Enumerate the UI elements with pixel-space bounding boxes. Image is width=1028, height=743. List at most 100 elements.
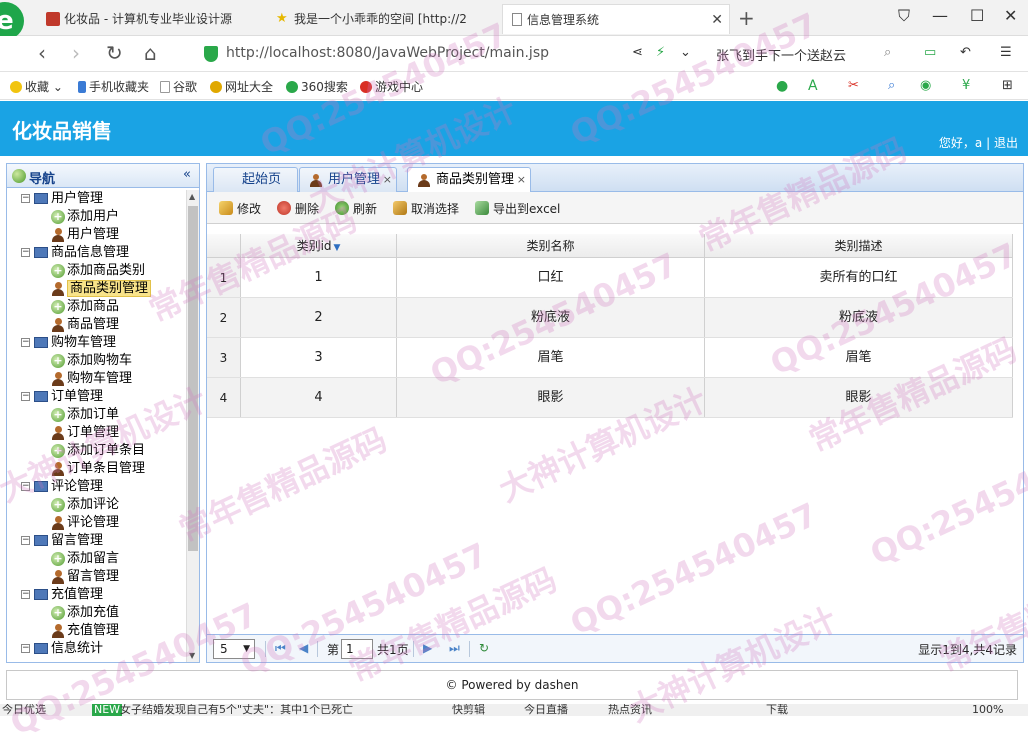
page-number-input[interactable]: 1 bbox=[341, 639, 373, 659]
reload-icon[interactable]: ↻ bbox=[106, 41, 123, 65]
status-left[interactable]: 今日优选 bbox=[2, 704, 46, 716]
chat-icon[interactable]: ● bbox=[776, 78, 788, 94]
scroll-down-icon[interactable]: ▼ bbox=[189, 651, 195, 660]
nav-item[interactable]: 留言管理 bbox=[7, 568, 187, 586]
nav-item[interactable]: + 添加订单条目 bbox=[7, 442, 187, 460]
maximize-icon[interactable]: ☐ bbox=[970, 6, 984, 25]
nav-item[interactable]: 购物车管理 bbox=[7, 370, 187, 388]
bookmark-mobile[interactable]: 手机收藏夹 bbox=[78, 78, 149, 95]
nav-item[interactable]: 充值管理 bbox=[7, 622, 187, 640]
nav-item[interactable]: 订单管理 bbox=[7, 424, 187, 442]
nav-group[interactable]: − 购物车管理 bbox=[7, 334, 187, 352]
delete-button[interactable]: 删除 bbox=[277, 200, 319, 217]
collapse-toggle-icon[interactable]: − bbox=[21, 194, 30, 203]
nav-group[interactable]: − 留言管理 bbox=[7, 532, 187, 550]
next-page-icon[interactable]: ▶ bbox=[423, 641, 432, 655]
nav-group[interactable]: − 充值管理 bbox=[7, 586, 187, 604]
nav-item[interactable]: + 添加留言 bbox=[7, 550, 187, 568]
collapse-toggle-icon[interactable]: − bbox=[21, 590, 30, 599]
undo-icon[interactable]: ↶ bbox=[960, 45, 971, 60]
status-item-download[interactable]: 下载 bbox=[766, 704, 788, 716]
nav-item[interactable]: 商品管理 bbox=[7, 316, 187, 334]
prev-page-icon[interactable]: ◀ bbox=[299, 641, 308, 655]
collapse-toggle-icon[interactable]: − bbox=[21, 392, 30, 401]
menu-icon[interactable]: ☰ bbox=[1000, 45, 1012, 60]
translate-icon[interactable]: A bbox=[808, 78, 818, 94]
nav-group[interactable]: − 评论管理 bbox=[7, 478, 187, 496]
back-icon[interactable]: ‹ bbox=[38, 41, 46, 65]
collapse-toggle-icon[interactable]: − bbox=[21, 338, 30, 347]
bookmark-favorites[interactable]: 收藏 ⌄ bbox=[10, 78, 63, 95]
nav-item[interactable]: + 添加评论 bbox=[7, 496, 187, 514]
collapse-toggle-icon[interactable]: − bbox=[21, 248, 30, 257]
collapse-toggle-icon[interactable]: − bbox=[21, 536, 30, 545]
scroll-thumb[interactable] bbox=[188, 206, 198, 551]
first-page-icon[interactable]: ⏮ bbox=[275, 641, 286, 656]
close-tab-icon[interactable]: ✕ bbox=[711, 5, 723, 34]
column-header-desc[interactable]: 类别描述 bbox=[705, 234, 1013, 257]
browser-tab-2[interactable]: ★ 我是一个小乖乖的空间 [http://2 bbox=[270, 4, 498, 34]
column-header-name[interactable]: 类别名称 bbox=[397, 234, 705, 257]
battery-icon[interactable]: ▭ bbox=[924, 45, 936, 60]
nav-item[interactable]: + 添加购物车 bbox=[7, 352, 187, 370]
url-input[interactable]: http://localhost:8080/JavaWebProject/mai… bbox=[226, 45, 549, 61]
bookmark-google[interactable]: 谷歌 bbox=[160, 78, 197, 95]
refresh-icon[interactable]: ↻ bbox=[479, 641, 489, 655]
scissors-icon[interactable]: ✂ bbox=[848, 78, 859, 93]
collapse-icon[interactable]: « bbox=[183, 167, 191, 182]
table-row[interactable]: 4 4 眼影 眼影 bbox=[207, 378, 1013, 418]
page-size-select[interactable]: 5 ▼ bbox=[213, 639, 255, 659]
edit-button[interactable]: 修改 bbox=[219, 200, 261, 217]
close-tab-icon[interactable]: × bbox=[517, 168, 526, 192]
nav-scrollbar[interactable]: ▲ ▼ bbox=[186, 190, 199, 662]
column-header-id[interactable]: 类别id ▼ bbox=[241, 234, 397, 257]
table-row[interactable]: 2 2 粉底液 粉底液 bbox=[207, 298, 1013, 338]
tab-user-management[interactable]: 用户管理 × bbox=[299, 167, 398, 192]
nav-item[interactable]: + 添加商品类别 bbox=[7, 262, 187, 280]
close-tab-icon[interactable]: × bbox=[383, 168, 392, 192]
news-headline[interactable]: 女子结婚发现自己有5个"丈夫"：其中1个已死亡 bbox=[120, 704, 353, 716]
tab-start-page[interactable]: 起始页 bbox=[213, 167, 299, 192]
yen-icon[interactable]: ¥ bbox=[962, 78, 970, 93]
nav-item[interactable]: 评论管理 bbox=[7, 514, 187, 532]
nav-group[interactable]: − 订单管理 bbox=[7, 388, 187, 406]
nav-item[interactable]: 订单条目管理 bbox=[7, 460, 187, 478]
gamepad-icon[interactable]: ◉ bbox=[920, 78, 931, 93]
forward-icon[interactable]: › bbox=[72, 41, 80, 65]
nav-item[interactable]: + 添加用户 bbox=[7, 208, 187, 226]
nav-group[interactable]: − 商品信息管理 bbox=[7, 244, 187, 262]
browser-tab-3[interactable]: 信息管理系统 ✕ bbox=[502, 4, 730, 34]
export-excel-button[interactable]: 导出到excel bbox=[475, 200, 560, 217]
collapse-toggle-icon[interactable]: − bbox=[21, 482, 30, 491]
refresh-button[interactable]: 刷新 bbox=[335, 200, 377, 217]
nav-item[interactable]: + 添加商品 bbox=[7, 298, 187, 316]
bookmark-games[interactable]: 游戏中心 bbox=[360, 78, 423, 95]
nav-item[interactable]: + 添加订单 bbox=[7, 406, 187, 424]
bookmark-360[interactable]: 360搜索 bbox=[286, 78, 348, 95]
nav-item[interactable]: 商品类别管理 bbox=[7, 280, 187, 298]
bookmark-directory[interactable]: 网址大全 bbox=[210, 78, 273, 95]
nav-item[interactable]: + 添加充值 bbox=[7, 604, 187, 622]
nav-group[interactable]: − 用户管理 bbox=[7, 190, 187, 208]
share-icon[interactable]: ⋖ bbox=[632, 45, 643, 60]
close-window-icon[interactable]: ✕ bbox=[1004, 6, 1017, 25]
logout-link[interactable]: 退出 bbox=[994, 136, 1018, 150]
shirt-icon[interactable]: ⛉ bbox=[898, 6, 910, 26]
status-item-live[interactable]: 今日直播 bbox=[524, 704, 568, 716]
collapse-toggle-icon[interactable]: − bbox=[21, 644, 30, 653]
home-icon[interactable]: ⌂ bbox=[144, 41, 157, 65]
chevron-down-icon[interactable]: ⌄ bbox=[680, 45, 691, 60]
browser-tab-1[interactable]: 化妆品 - 计算机专业毕业设计源 bbox=[40, 4, 268, 34]
search-icon[interactable]: ⌕ bbox=[884, 45, 891, 60]
magnifier-icon[interactable]: ⌕ bbox=[888, 78, 895, 93]
apps-grid-icon[interactable]: ⊞ bbox=[1002, 78, 1013, 93]
nav-item[interactable]: 用户管理 bbox=[7, 226, 187, 244]
cancel-selection-button[interactable]: 取消选择 bbox=[393, 200, 459, 217]
new-tab-button[interactable]: + bbox=[738, 6, 755, 30]
status-zoom[interactable]: 100% bbox=[972, 704, 1003, 716]
last-page-icon[interactable]: ⏭ bbox=[449, 641, 460, 656]
tab-category-management[interactable]: 商品类别管理 × bbox=[407, 167, 532, 193]
table-row[interactable]: 3 3 眉笔 眉笔 bbox=[207, 338, 1013, 378]
scroll-up-icon[interactable]: ▲ bbox=[189, 192, 195, 201]
minimize-icon[interactable]: — bbox=[932, 6, 948, 25]
